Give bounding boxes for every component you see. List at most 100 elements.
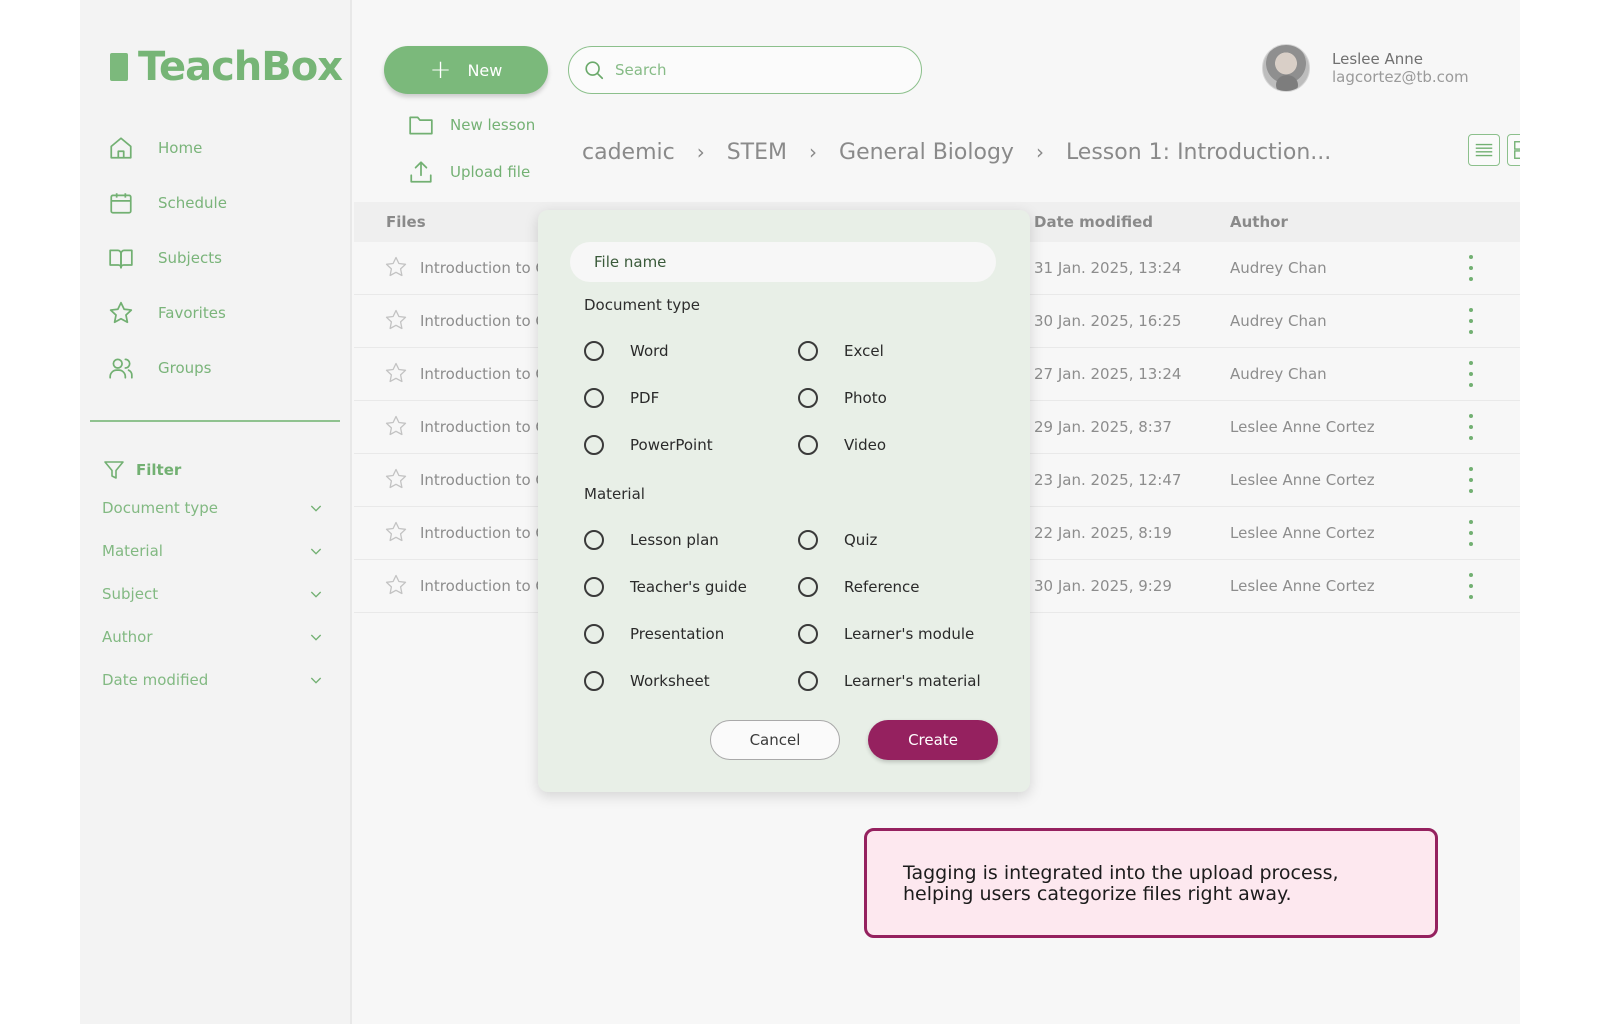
more-options-icon[interactable] <box>1466 520 1476 546</box>
create-button[interactable]: Create <box>868 720 998 760</box>
filter-document-type[interactable]: Document type <box>102 499 324 517</box>
radio-label: PowerPoint <box>630 436 713 454</box>
radio-circle[interactable] <box>584 577 604 597</box>
star-outline-icon[interactable] <box>384 467 408 491</box>
chevron-down-icon <box>310 548 322 555</box>
radio-circle[interactable] <box>798 577 818 597</box>
radio-circle[interactable] <box>798 435 818 455</box>
star-outline-icon[interactable] <box>384 255 408 279</box>
file-name: Introduction to C <box>420 259 546 277</box>
grid-view-button[interactable] <box>1507 134 1520 166</box>
radio-lesson-plan[interactable]: Lesson plan <box>584 530 719 550</box>
more-options-icon[interactable] <box>1466 361 1476 387</box>
radio-label: Excel <box>844 342 884 360</box>
star-outline-icon[interactable] <box>384 361 408 385</box>
file-date: 23 Jan. 2025, 12:47 <box>1034 471 1182 489</box>
radio-video[interactable]: Video <box>798 435 886 455</box>
file-name: Introduction to C <box>420 471 546 489</box>
radio-pdf[interactable]: PDF <box>584 388 659 408</box>
filter-subject[interactable]: Subject <box>102 585 324 603</box>
radio-teachers-guide[interactable]: Teacher's guide <box>584 577 747 597</box>
calendar-icon <box>110 193 132 214</box>
radio-powerpoint[interactable]: PowerPoint <box>584 435 713 455</box>
radio-label: Video <box>844 436 887 454</box>
radio-learners-material[interactable]: Learner's material <box>798 671 981 691</box>
file-name-input[interactable] <box>570 242 996 282</box>
sidebar-item-label: Subjects <box>158 249 222 267</box>
chevron-right-icon: › <box>696 140 705 164</box>
radio-circle[interactable] <box>584 388 604 408</box>
radio-quiz[interactable]: Quiz <box>798 530 877 550</box>
more-options-icon[interactable] <box>1466 573 1476 599</box>
user-profile[interactable]: Leslee Anne lagcortez@tb.com <box>1262 44 1469 92</box>
filter-date-modified[interactable]: Date modified <box>102 671 324 689</box>
file-author: Audrey Chan <box>1230 312 1327 330</box>
radio-learners-module[interactable]: Learner's module <box>798 624 974 644</box>
radio-circle[interactable] <box>584 341 604 361</box>
more-options-icon[interactable] <box>1466 467 1476 493</box>
column-header-files[interactable]: Files <box>386 213 426 231</box>
radio-circle[interactable] <box>584 671 604 691</box>
list-view-button[interactable] <box>1468 134 1500 166</box>
book-icon <box>109 249 133 269</box>
radio-circle[interactable] <box>798 388 818 408</box>
radio-word[interactable]: Word <box>584 341 669 361</box>
file-date: 30 Jan. 2025, 9:29 <box>1034 577 1172 595</box>
star-outline-icon[interactable] <box>384 308 408 332</box>
breadcrumb-current[interactable]: Lesson 1: Introduction... <box>1066 140 1331 165</box>
sidebar-item-label: Home <box>158 139 203 157</box>
search-input[interactable] <box>615 61 905 79</box>
logo-mark-icon <box>110 53 128 81</box>
search-bar[interactable] <box>568 46 922 94</box>
sidebar-item-schedule[interactable]: Schedule <box>108 185 227 221</box>
filter-material[interactable]: Material <box>102 542 324 560</box>
radio-circle[interactable] <box>798 671 818 691</box>
star-icon <box>109 301 133 324</box>
file-date: 22 Jan. 2025, 8:19 <box>1034 524 1172 542</box>
radio-circle[interactable] <box>798 530 818 550</box>
breadcrumb-item[interactable]: General Biology <box>839 140 1014 165</box>
file-date: 31 Jan. 2025, 13:24 <box>1034 259 1182 277</box>
new-file-dialog: Document type Word Excel PDF Photo Power… <box>538 210 1030 792</box>
radio-circle[interactable] <box>584 624 604 644</box>
file-name: Introduction to C <box>420 312 546 330</box>
filter-author[interactable]: Author <box>102 628 324 646</box>
annotation-text: Tagging is integrated into the upload pr… <box>903 862 1339 905</box>
cancel-button[interactable]: Cancel <box>710 720 840 760</box>
radio-reference[interactable]: Reference <box>798 577 920 597</box>
radio-worksheet[interactable]: Worksheet <box>584 671 710 691</box>
radio-label: Presentation <box>630 625 725 643</box>
radio-label: Reference <box>844 578 920 596</box>
breadcrumb-item[interactable]: cademic <box>582 140 675 165</box>
more-options-icon[interactable] <box>1466 308 1476 334</box>
sidebar-item-label: Schedule <box>158 194 227 212</box>
radio-circle[interactable] <box>798 624 818 644</box>
column-header-author[interactable]: Author <box>1230 213 1288 231</box>
star-outline-icon[interactable] <box>384 573 408 597</box>
radio-label: PDF <box>630 389 660 407</box>
app-logo[interactable]: TeachBox <box>110 44 343 90</box>
radio-circle[interactable] <box>584 435 604 455</box>
sidebar-item-favorites[interactable]: Favorites <box>108 295 226 331</box>
star-outline-icon[interactable] <box>384 520 408 544</box>
radio-photo[interactable]: Photo <box>798 388 887 408</box>
radio-circle[interactable] <box>798 341 818 361</box>
star-outline-icon[interactable] <box>384 414 408 438</box>
more-options-icon[interactable] <box>1466 255 1476 281</box>
avatar <box>1262 44 1310 92</box>
radio-circle[interactable] <box>584 530 604 550</box>
column-header-date-modified[interactable]: Date modified <box>1034 213 1153 231</box>
sidebar-item-home[interactable]: Home <box>108 130 202 166</box>
more-options-icon[interactable] <box>1466 414 1476 440</box>
upload-file-menu-item[interactable]: Upload file <box>408 159 530 185</box>
new-lesson-menu-item[interactable]: New lesson <box>408 112 535 138</box>
sidebar-item-groups[interactable]: Groups <box>108 350 211 386</box>
sidebar-item-subjects[interactable]: Subjects <box>108 240 222 276</box>
new-button[interactable]: + New <box>384 46 548 94</box>
radio-presentation[interactable]: Presentation <box>584 624 724 644</box>
breadcrumb-item[interactable]: STEM <box>727 140 787 165</box>
radio-excel[interactable]: Excel <box>798 341 884 361</box>
file-date: 27 Jan. 2025, 13:24 <box>1034 365 1182 383</box>
file-author: Leslee Anne Cortez <box>1230 577 1375 595</box>
filter-label: Material <box>102 542 163 560</box>
